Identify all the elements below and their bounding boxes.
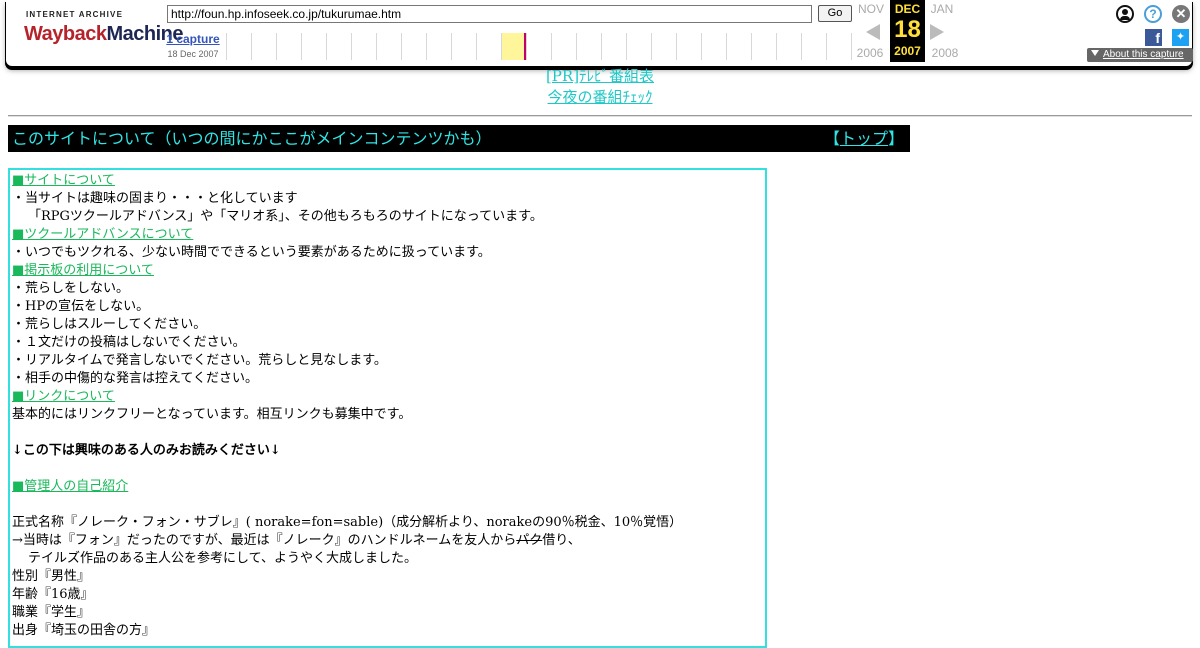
- logo-wayback-machine-text: WaybackMachine: [24, 23, 183, 45]
- sparkline-month-divider: [326, 33, 327, 60]
- sparkline-month-divider: [401, 33, 402, 60]
- top-link-wrapper: 【トップ】: [823, 129, 904, 148]
- ad-link-tv-guide[interactable]: [PR]ﾃﾚﾋﾞ番組表: [546, 67, 654, 85]
- go-button[interactable]: Go: [818, 5, 852, 22]
- section-link-self-intro[interactable]: ■管理人の自己紹介: [12, 479, 128, 494]
- sparkline-month-divider: [726, 33, 727, 60]
- content-line: 職業『学生』: [12, 605, 91, 620]
- sparkline-month-divider: [251, 33, 252, 60]
- twitter-share-icon[interactable]: ✦: [1172, 29, 1189, 46]
- captures-count-link[interactable]: 1 capture: [161, 32, 225, 46]
- sparkline-month-divider: [701, 33, 702, 60]
- content-line: ・リアルタイムで発言しないでください。荒らしと見なします。: [12, 353, 387, 368]
- sparkline-month-divider: [301, 33, 302, 60]
- url-input[interactable]: http://foun.hp.infoseek.co.jp/tukurumae.…: [167, 5, 812, 23]
- chevron-down-icon: [1091, 50, 1099, 56]
- ad-links: [PR]ﾃﾚﾋﾞ番組表 今夜の番組ﾁｪｯｸ: [0, 66, 1200, 108]
- sparkline-month-divider: [676, 33, 677, 60]
- section-link-tsukuru-advance[interactable]: ■ツクールアドバンスについて: [12, 227, 193, 242]
- content-line: テイルズ作品のある主人公を参考にして、ようやく大成しました。: [28, 551, 417, 566]
- section-link-about-site[interactable]: ■サイトについて: [12, 173, 115, 188]
- sparkline-current-month-highlight: [502, 33, 524, 60]
- sparkline-month-divider: [651, 33, 652, 60]
- content-line: 年齢『16歳』: [12, 587, 94, 602]
- about-content-box: ■サイトについて ・当サイトは趣味の固まり・・・と化しています 「RPGツクール…: [8, 168, 767, 648]
- content-line: ・いつでもツクれる、少ない時間でできるという要素があるために扱っています。: [12, 245, 491, 260]
- content-line: 基本的にはリンクフリーとなっています。相互リンクも募集中です。: [12, 407, 412, 422]
- sparkline-month-divider: [526, 33, 527, 60]
- sparkline-month-divider: [351, 33, 352, 60]
- next-year-label: 2008: [931, 46, 959, 60]
- sparkline-month-divider: [276, 33, 277, 60]
- prev-capture-arrow-icon[interactable]: [866, 24, 880, 40]
- top-page-link[interactable]: トップ: [840, 129, 888, 148]
- content-line: ・HPの宣伝をしない。: [12, 299, 150, 314]
- content-line: ・当サイトは趣味の固まり・・・と化しています: [12, 191, 298, 206]
- captures-summary: 1 capture 18 Dec 2007: [161, 32, 225, 59]
- sparkline-month-divider: [826, 33, 827, 60]
- about-capture-button[interactable]: About this capture: [1087, 48, 1193, 62]
- logo-internet-archive-text: INTERNET ARCHIVE: [26, 10, 124, 19]
- next-month-label: JAN: [930, 2, 954, 16]
- content-line: 出身『埼玉の田舎の方』: [12, 623, 156, 638]
- sparkline-month-divider: [626, 33, 627, 60]
- content-line: ・１文だけの投稿はしないでください。: [12, 335, 246, 350]
- sparkline-month-divider: [451, 33, 452, 60]
- sparkline-month-divider: [776, 33, 777, 60]
- prev-year-label: 2006: [856, 46, 884, 60]
- captures-date-range: 18 Dec 2007: [167, 49, 219, 59]
- wayback-logo[interactable]: INTERNET ARCHIVE WaybackMachine: [24, 8, 183, 50]
- capture-sparkline[interactable]: [226, 33, 852, 60]
- page-title-bar: このサイトについて（いつの間にかここがメインコンテンツかも） 【トップ】: [8, 125, 910, 152]
- current-day: 18: [894, 16, 921, 43]
- content-line: ・荒らしはスルーしてください。: [12, 317, 207, 332]
- user-account-icon[interactable]: [1116, 5, 1134, 23]
- sparkline-month-divider: [226, 33, 227, 60]
- section-link-links[interactable]: ■リンクについて: [12, 389, 115, 404]
- content-line: ・相手の中傷的な発言は控えてください。: [12, 371, 258, 386]
- facebook-share-icon[interactable]: f: [1145, 29, 1162, 46]
- section-link-bbs-rules[interactable]: ■掲示板の利用について: [12, 263, 154, 278]
- page-title: このサイトについて（いつの間にかここがメインコンテンツかも）: [12, 129, 492, 148]
- content-line: 正式名称『ノレーク・フォン・サブレ』( norake=fon=sable)（成分…: [12, 515, 683, 530]
- sparkline-month-divider: [576, 33, 577, 60]
- close-icon[interactable]: ✕: [1172, 5, 1190, 23]
- sparkline-month-divider: [751, 33, 752, 60]
- sparkline-month-divider: [376, 33, 377, 60]
- prev-month-label: NOV: [857, 2, 884, 16]
- content-line: ・荒らしをしない。: [12, 281, 130, 296]
- content-line: 性別『男性』: [12, 569, 91, 584]
- ad-link-tonight-programs[interactable]: 今夜の番組ﾁｪｯｸ: [547, 88, 652, 106]
- sparkline-month-divider: [601, 33, 602, 60]
- sparkline-month-divider: [501, 33, 502, 60]
- current-capture-date: DEC 18 2007: [890, 0, 925, 62]
- struck-text: パク: [516, 533, 543, 548]
- sparkline-month-divider: [801, 33, 802, 60]
- horizontal-divider: [8, 115, 1192, 117]
- sparkline-month-divider: [426, 33, 427, 60]
- next-capture-arrow-icon: [930, 24, 944, 40]
- sparkline-month-divider: [551, 33, 552, 60]
- content-line: 「RPGツクールアドバンス」や「マリオ系」、その他もろもろのサイトになっています…: [28, 209, 543, 224]
- read-below-notice: ↓この下は興味のある人のみお読みください↓: [12, 443, 281, 458]
- help-icon[interactable]: ?: [1144, 5, 1162, 23]
- sparkline-month-divider: [476, 33, 477, 60]
- current-month: DEC: [894, 2, 921, 16]
- current-year: 2007: [894, 44, 921, 58]
- wayback-toolbar: INTERNET ARCHIVE WaybackMachine http://f…: [6, 0, 1193, 66]
- content-line: →当時は『フォン』だったのですが、最近は『ノレーク』のハンドルネームを友人からパ…: [12, 533, 581, 548]
